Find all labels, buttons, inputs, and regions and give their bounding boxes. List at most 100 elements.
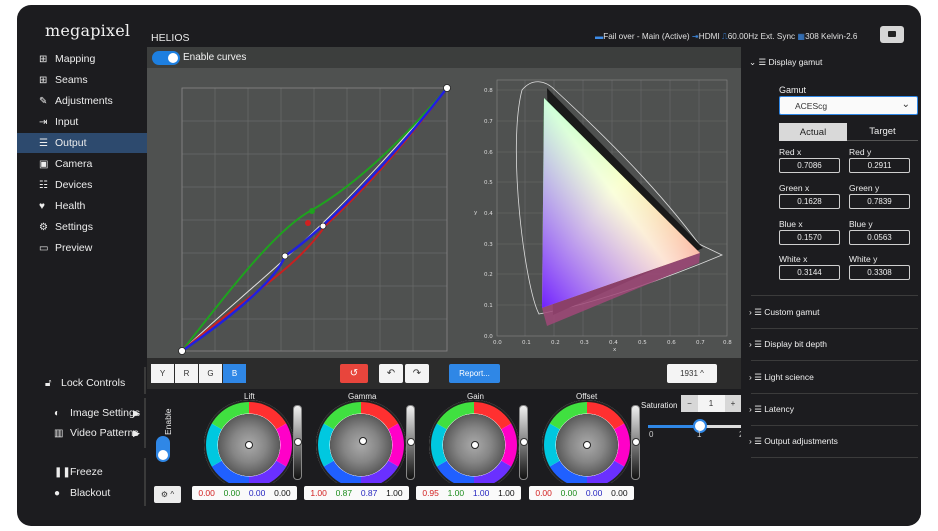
channel-g-button[interactable]: G: [199, 364, 222, 383]
sidebar-item-mapping[interactable]: ⊞ Mapping: [17, 49, 147, 69]
lift-puck[interactable]: [245, 441, 253, 449]
saturation-decrement[interactable]: −: [681, 395, 698, 412]
bars-icon: ▥: [54, 427, 64, 439]
offset-green-value: 0.00: [560, 488, 578, 498]
grading-settings-button[interactable]: ⚙ ^: [154, 486, 181, 503]
light-science-header[interactable]: › ☰ Light science: [749, 372, 814, 383]
lift-wheel[interactable]: [205, 401, 293, 483]
input-status: HDMI: [698, 32, 720, 41]
sidebar-item-adjustments[interactable]: ✎ Adjustments: [17, 91, 147, 111]
enable-curves-label: Enable curves: [183, 52, 247, 63]
green-y-field[interactable]: 0.7839: [849, 194, 910, 209]
offset-puck[interactable]: [583, 441, 591, 449]
gamut-select[interactable]: ACEScg ⌄: [779, 96, 918, 115]
video-patterns-menu[interactable]: ▥ Video Patterns ▶: [17, 423, 147, 443]
red-curve: [181, 87, 448, 352]
sidebar-item-preview[interactable]: ▭ Preview: [17, 238, 147, 258]
output-adjustments-header[interactable]: › ☰ Output adjustments: [749, 436, 838, 447]
enable-grading-label: Enable: [163, 408, 173, 435]
green-curve-point[interactable]: [309, 208, 315, 214]
sidebar-item-seams[interactable]: ⊞ Seams: [17, 70, 147, 90]
y-curve: [181, 87, 448, 352]
blue-x-field[interactable]: 0.1570: [779, 230, 840, 245]
curve-start-point[interactable]: [178, 347, 186, 355]
x-tick: 0.5: [638, 340, 647, 346]
blue-curve: [181, 87, 448, 353]
sidebar-item-settings[interactable]: ⚙ Settings: [17, 217, 147, 237]
red-x-field[interactable]: 0.7086: [779, 158, 840, 173]
offset-luma-handle[interactable]: [632, 438, 640, 446]
sidebar-item-camera[interactable]: ▣ Camera: [17, 154, 147, 174]
red-y-field[interactable]: 0.2911: [849, 158, 910, 173]
red-x-label: Red x: [779, 147, 802, 157]
custom-gamut-header[interactable]: › ☰ Custom gamut: [749, 307, 819, 318]
saturation-increment[interactable]: +: [725, 395, 741, 412]
grid-icon: ⊞: [39, 53, 48, 65]
x-tick: 0.0: [493, 340, 502, 346]
page-title: HELIOS: [151, 32, 190, 44]
enable-curves-toggle[interactable]: [152, 51, 180, 65]
red-curve-point[interactable]: [305, 220, 311, 226]
lift-master-value: 0.00: [274, 488, 291, 498]
y-tick: 0.0: [484, 334, 493, 340]
saturation-stepper[interactable]: − 1 +: [681, 395, 741, 412]
blue-y-field[interactable]: 0.0563: [849, 230, 910, 245]
white-x-field[interactable]: 0.3144: [779, 265, 840, 280]
color-wheels: [191, 399, 651, 483]
enable-grading-toggle[interactable]: [156, 436, 170, 462]
gear-icon: ⚙ ^: [160, 490, 175, 499]
blue-curve-point[interactable]: [281, 252, 289, 260]
undo-button[interactable]: ↶: [379, 364, 403, 383]
sidebar-item-output[interactable]: ☰ Output: [17, 133, 147, 153]
x-tick: 0.3: [580, 340, 589, 346]
sidebar-item-label: Output: [55, 137, 87, 149]
blue-curve-point[interactable]: [319, 222, 327, 230]
lift-values[interactable]: 0.00 0.00 0.00 0.00: [192, 486, 297, 500]
blackout-button[interactable]: ● Blackout: [17, 483, 147, 503]
reset-button[interactable]: ↺: [340, 364, 368, 383]
gamma-wheel[interactable]: [317, 401, 405, 483]
report-button[interactable]: Report...: [449, 364, 500, 383]
cie-mode-select[interactable]: 1931 ^: [667, 364, 717, 383]
image-settings-menu[interactable]: ◐ Image Settings ▶: [17, 403, 147, 423]
failover-icon: ▬: [595, 32, 604, 41]
y-axis-label: y: [474, 210, 478, 216]
channel-b-button[interactable]: B: [223, 364, 246, 383]
chat-button[interactable]: [880, 26, 904, 43]
tab-target[interactable]: Target: [847, 123, 918, 141]
offset-wheel[interactable]: [543, 401, 631, 483]
white-x-label: White x: [779, 254, 808, 264]
gamma-values[interactable]: 1.00 0.87 0.87 1.00: [304, 486, 409, 500]
gain-wheel[interactable]: [430, 401, 518, 483]
sidebar-item-devices[interactable]: ☷ Devices: [17, 175, 147, 195]
lift-blue-value: 0.00: [248, 488, 266, 498]
gamma-puck[interactable]: [359, 437, 367, 445]
curve-end-point[interactable]: [443, 84, 451, 92]
curve-editor[interactable]: [147, 68, 457, 358]
gain-luma-handle[interactable]: [520, 438, 528, 446]
video-patterns-label: Video Patterns: [70, 427, 139, 439]
white-y-field[interactable]: 0.3308: [849, 265, 910, 280]
green-x-field[interactable]: 0.1628: [779, 194, 840, 209]
sidebar-item-health[interactable]: ♥ Health: [17, 196, 147, 216]
display-gamut-header[interactable]: ⌄ ☰ Display gamut: [749, 57, 822, 68]
panel-divider: [751, 328, 918, 329]
channel-y-button[interactable]: Y: [151, 364, 174, 383]
gamma-luma-handle[interactable]: [407, 438, 415, 446]
heart-icon: ♥: [39, 200, 45, 212]
sidebar-item-input[interactable]: ⇥ Input: [17, 112, 147, 132]
lift-luma-handle[interactable]: [294, 438, 302, 446]
gamma-green-value: 0.87: [335, 488, 353, 498]
lock-controls-button[interactable]: 🔓︎ Lock Controls: [17, 373, 147, 393]
gain-values[interactable]: 0.95 1.00 1.00 1.00: [416, 486, 521, 500]
tab-actual[interactable]: Actual: [779, 123, 847, 141]
display-bit-depth-header[interactable]: › ☰ Display bit depth: [749, 339, 827, 350]
cogs-icon: ⚙: [39, 221, 48, 233]
redo-button[interactable]: ↷: [405, 364, 429, 383]
freeze-button[interactable]: ❚❚ Freeze: [17, 462, 147, 482]
latency-header[interactable]: › ☰ Latency: [749, 404, 794, 415]
sliders-icon: ☰: [754, 307, 765, 317]
offset-values[interactable]: 0.00 0.00 0.00 0.00: [529, 486, 634, 500]
channel-r-button[interactable]: R: [175, 364, 198, 383]
gain-puck[interactable]: [471, 441, 479, 449]
